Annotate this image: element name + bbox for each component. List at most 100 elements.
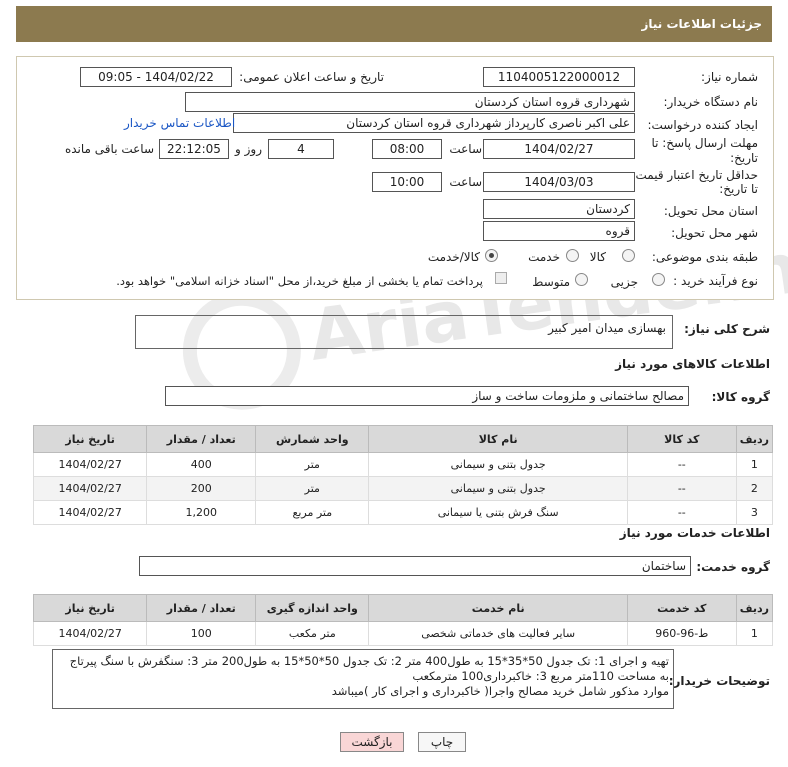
page-header: جزئیات اطلاعات نیاز [16,6,772,42]
validity-label-date: تا تاریخ: [719,182,758,196]
category-goods-service-label: کالا/خدمت [427,250,480,264]
city-field: قروه [483,221,635,241]
deadline-label: مهلت ارسال پاسخ: تا [651,136,758,150]
col-qty: تعداد / مقدار [146,594,257,622]
deadline-time-label: ساعت [449,142,482,156]
creator-field: علی اکبر ناصری کارپرداز شهرداری قروه است… [233,113,635,133]
description-label: شرح کلی نیاز: [684,322,770,336]
category-goods-service-radio[interactable] [485,249,498,262]
col-name: نام کالا [368,425,628,453]
table-row: 1 ط-96-960 سایر فعالیت های خدماتی شخصی م… [32,621,774,646]
goods-table: ردیف کد کالا نام کالا واحد شمارش تعداد /… [32,425,774,525]
cell: 1404/02/27 [32,476,148,501]
buyer-notes-line-3: موارد مذکور شامل خرید مصالح واجرا( خاکبر… [331,684,669,698]
cell: -- [626,452,737,477]
cell: جدول بتنی و سیمانی [368,452,628,477]
cell: 1,200 [146,500,257,525]
announce-field: 1404/02/22 - 09:05 [80,67,232,87]
cell: 400 [146,452,257,477]
services-group-field: ساختمان [139,556,691,576]
process-minor-label: جزیی [610,275,638,289]
process-minor-radio[interactable] [652,273,665,286]
table-row: 3 -- سنگ فرش بتنی یا سیمانی متر مربع 1,2… [32,500,774,525]
category-label: طبقه بندی موضوعی: [651,250,758,264]
col-qty: تعداد / مقدار [146,425,257,453]
goods-section-title: اطلاعات کالاهای مورد نیاز [615,357,770,371]
buyer-notes-line-1: تهیه و اجرای 1: تک جدول 50*35*15 به طول4… [69,654,669,668]
col-row: ردیف [735,425,774,453]
process-label: نوع فرآیند خرید : [673,274,758,288]
cell: متر [255,452,370,477]
cell: متر مربع [255,500,370,525]
col-name: نام خدمت [368,594,628,622]
buyer-contact-link[interactable]: اطلاعات تماس خریدار [124,116,235,130]
buyer-org-field: شهرداری قروه استان کردستان [185,92,635,112]
deadline-label-date: تاریخ: [730,151,758,165]
cell: جدول بتنی و سیمانی [368,476,628,501]
cell: متر [255,476,370,501]
cell: 100 [146,621,257,646]
back-button[interactable]: بازگشت [340,732,404,752]
deadline-date-field: 1404/02/27 [483,139,635,159]
description-textarea[interactable]: بهسازی میدان امیر کبیر [135,315,673,349]
days-label: روز و [235,142,262,156]
cell: سنگ فرش بتنی یا سیمانی [368,500,628,525]
buyer-notes-label: توضیحات خریدار: [668,674,770,688]
col-code: کد خدمت [626,594,737,622]
page-title: جزئیات اطلاعات نیاز [641,17,762,31]
goods-group-field: مصالح ساختمانی و ملزومات ساخت و ساز [165,386,689,406]
buyer-org-label: نام دستگاه خریدار: [663,95,759,109]
col-date: تاریخ نیاز [32,594,148,622]
services-table-header: ردیف کد خدمت نام خدمت واحد اندازه گیری ت… [32,594,774,622]
need-number-field: 1104005122000012 [483,67,635,87]
cell: 1 [735,452,774,477]
services-table: ردیف کد خدمت نام خدمت واحد اندازه گیری ت… [32,594,774,646]
validity-time-label: ساعت [449,175,482,189]
category-goods-label: کالا [589,250,606,264]
category-goods-radio[interactable] [622,249,635,262]
table-row: 2 -- جدول بتنی و سیمانی متر 200 1404/02/… [32,476,774,501]
buyer-notes-textarea[interactable]: تهیه و اجرای 1: تک جدول 50*35*15 به طول4… [52,649,674,709]
validity-label: حداقل تاریخ اعتبار قیمت: [631,168,758,182]
description-text: بهسازی میدان امیر کبیر [548,321,666,335]
province-field: کردستان [483,199,635,219]
cell: متر مکعب [255,621,370,646]
cell: سایر فعالیت های خدماتی شخصی [368,621,628,646]
col-row: ردیف [735,594,774,622]
deadline-time-field: 08:00 [372,139,442,159]
goods-group-label: گروه کالا: [711,390,770,404]
remaining-label: ساعت باقی مانده [64,142,154,156]
process-medium-radio[interactable] [575,273,588,286]
province-label: استان محل تحویل: [663,204,758,218]
remaining-time-field: 22:12:05 [159,139,229,159]
cell: 3 [735,500,774,525]
need-number-label: شماره نیاز: [701,70,758,84]
col-date: تاریخ نیاز [32,425,148,453]
cell: 2 [735,476,774,501]
process-medium-label: متوسط [532,275,570,289]
cell: 1 [735,621,774,646]
col-unit: واحد اندازه گیری [255,594,370,622]
cell: -- [626,476,737,501]
services-section-title: اطلاعات خدمات مورد نیاز [619,526,770,540]
cell: 1404/02/27 [32,452,148,477]
print-button[interactable]: چاپ [418,732,466,752]
days-field: 4 [268,139,334,159]
cell: -- [626,500,737,525]
treasury-checkbox[interactable] [495,272,507,284]
cell: 200 [146,476,257,501]
validity-time-field: 10:00 [372,172,442,192]
category-service-label: خدمت [528,250,560,264]
announce-label: تاریخ و ساعت اعلان عمومی: [239,70,384,84]
goods-table-header: ردیف کد کالا نام کالا واحد شمارش تعداد /… [32,425,774,453]
buyer-notes-line-2: به مساحت 110متر مربع 3: خاکبرداری100 متر… [412,669,669,683]
creator-label: ایجاد کننده درخواست: [647,118,758,132]
validity-date-field: 1404/03/03 [483,172,635,192]
cell: 1404/02/27 [32,500,148,525]
payment-note: پرداخت تمام یا بخشی از مبلغ خرید،از محل … [116,274,483,288]
col-code: کد کالا [626,425,737,453]
services-group-label: گروه خدمت: [696,560,770,574]
category-service-radio[interactable] [566,249,579,262]
col-unit: واحد شمارش [255,425,370,453]
cell: ط-96-960 [626,621,737,646]
